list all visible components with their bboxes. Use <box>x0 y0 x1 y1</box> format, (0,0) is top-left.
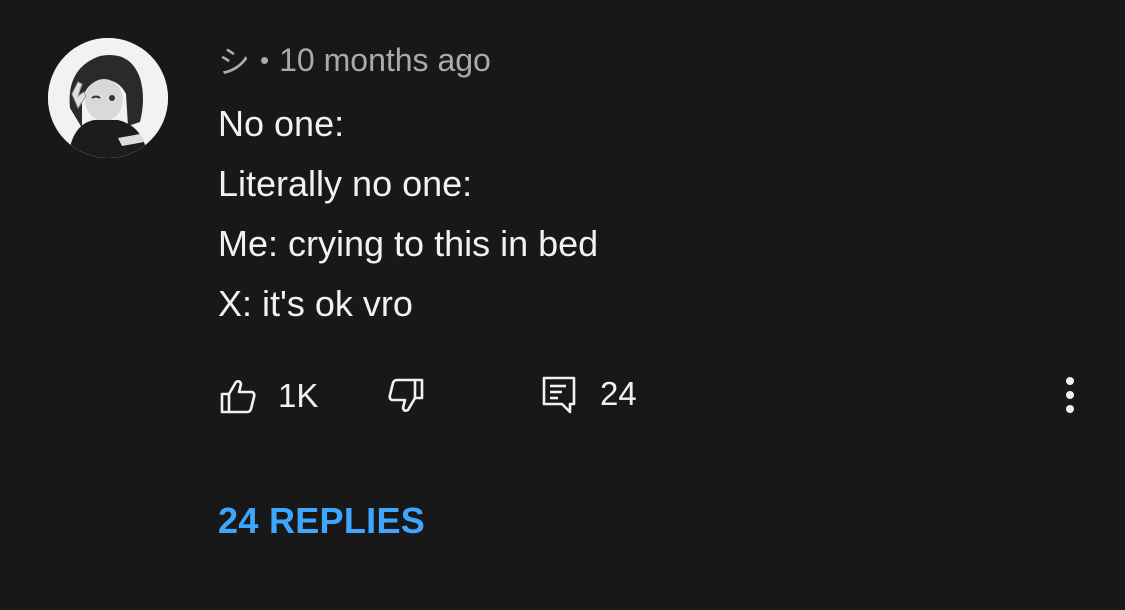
comment-line: Literally no one: <box>218 163 473 204</box>
comment-line: X: it's ok vro <box>218 283 413 324</box>
meta-separator: • <box>260 44 270 75</box>
like-count: 1K <box>278 377 319 414</box>
more-vertical-icon <box>1055 377 1085 422</box>
more-options-button[interactable] <box>1055 374 1085 418</box>
timestamp: 10 months ago <box>279 41 491 78</box>
like-button[interactable]: 1K <box>218 376 318 416</box>
comment-line: No one: <box>218 103 345 144</box>
comment-thread: シ • 10 months ago No one: Literally no o… <box>0 0 1125 610</box>
comment-icon <box>540 374 580 414</box>
comment-meta: シ • 10 months ago <box>218 37 491 83</box>
thumbs-down-icon <box>386 376 426 416</box>
avatar[interactable] <box>48 38 168 158</box>
comment-body: No one: Literally no one: Me: crying to … <box>218 94 598 334</box>
comment-line: Me: crying to this in bed <box>218 223 599 264</box>
reply-button[interactable]: 24 <box>540 374 637 414</box>
reply-count: 24 <box>600 375 637 412</box>
view-replies-link[interactable]: 24 REPLIES <box>218 500 425 542</box>
dislike-button[interactable] <box>386 376 426 416</box>
thumbs-up-icon <box>218 376 258 416</box>
author-name[interactable]: シ <box>218 37 250 83</box>
